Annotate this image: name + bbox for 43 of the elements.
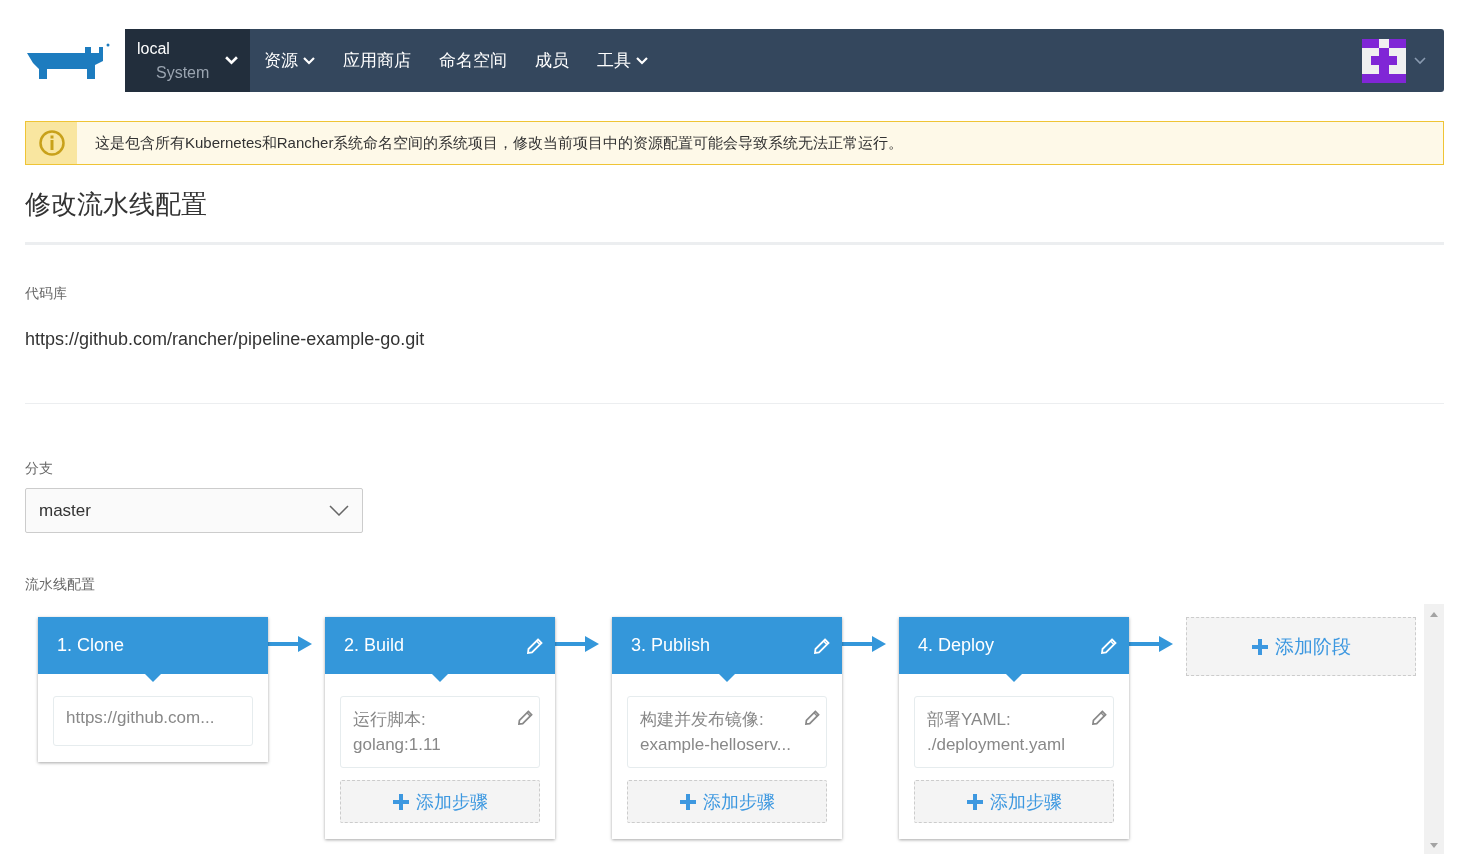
add-step-button[interactable]: 添加步骤 [914,780,1114,823]
step-value: golang:1.11 [353,735,441,755]
plus-icon [966,792,984,811]
field-label: 分支 [25,460,54,478]
add-step-button[interactable]: 添加步骤 [340,780,540,823]
step-label: 运行脚本: [353,709,427,731]
step-card[interactable]: 运行脚本: golang:1.11 [340,696,540,768]
plus-icon [392,792,410,811]
step-value: https://github.com... [66,708,215,728]
pencil-icon[interactable] [1092,710,1107,725]
pencil-icon[interactable] [518,710,533,725]
plus-icon [679,792,697,811]
plus-icon [1251,637,1269,656]
stage-title: 1. Clone [57,635,125,656]
cluster-project-switcher[interactable]: local System [125,29,250,92]
scrollbar[interactable] [1424,604,1444,854]
pencil-icon[interactable] [805,710,820,725]
step-value: example-helloserv... [640,735,791,755]
repository-url: https://github.com/rancher/pipeline-example-go.git [25,329,426,350]
warning-text: 这是包含所有Kubernetes和Rancher系统命名空间的系统项目，修改当前项目中的资源配置可能会导致系统无法正常运行。 [95,133,904,153]
stage-title: 4. Deploy [918,635,995,656]
step-label: 部署YAML: [927,709,1012,731]
nav-menu-item[interactable]: 应用商店 [329,29,425,92]
info-icon [38,130,65,156]
step-label: 构建并发布镜像: [640,709,765,731]
stage-title: 2. Build [344,635,405,656]
nav-menu-item[interactable]: 成员 [521,29,583,92]
step-card[interactable]: 构建并发布镜像: example-helloserv... [627,696,827,768]
add-stage-button[interactable]: 添加阶段 [1186,617,1416,676]
avatar-icon[interactable] [1362,38,1406,83]
nav-menu-item[interactable]: 资源 [250,29,329,92]
add-step-button[interactable]: 添加步骤 [627,780,827,823]
step-value: ./deployment.yaml [927,735,1065,755]
step-card[interactable]: 部署YAML: ./deployment.yaml [914,696,1114,768]
chevron-down-icon [329,505,349,516]
step-card[interactable]: https://github.com... [53,696,253,746]
field-label: 流水线配置 [25,576,96,594]
branch-dropdown[interactable]: master [25,488,363,533]
nav-menu-item[interactable]: 工具 [583,29,662,92]
nav-menu-item[interactable]: 命名空间 [425,29,521,92]
stage-title: 3. Publish [631,635,711,656]
page-title: 修改流水线配置 [25,188,208,221]
field-label: 代码库 [25,285,68,303]
